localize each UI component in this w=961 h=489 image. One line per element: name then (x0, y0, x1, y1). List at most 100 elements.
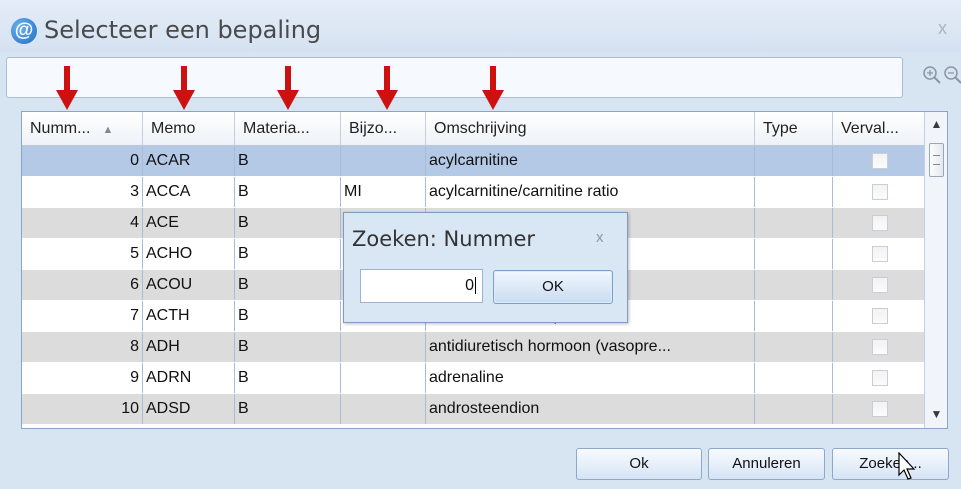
cell-type (755, 332, 833, 362)
dialog-title: Selecteer een bepaling (44, 16, 322, 44)
scroll-up-icon[interactable]: ▲ (925, 114, 947, 134)
cell-memo: ACHO (143, 239, 235, 269)
mouse-cursor-icon (898, 452, 916, 480)
vervallen-checkbox[interactable] (872, 370, 888, 386)
column-header-vervallen[interactable]: Verval... (833, 112, 924, 146)
cell-type (755, 301, 833, 331)
vervallen-checkbox[interactable] (872, 308, 888, 324)
cell-vervallen (833, 332, 924, 362)
cell-bijzonder: MI (341, 177, 426, 207)
cell-bijzonder (341, 146, 426, 176)
table-row[interactable]: 10 ADSD Bandrosteendion (22, 394, 924, 424)
ok-button[interactable]: Ok (576, 448, 702, 480)
cell-vervallen (833, 208, 924, 238)
cell-bijzonder (341, 394, 426, 424)
cell-vervallen (833, 394, 924, 424)
table-row[interactable]: 3 ACCA B MI acylcarnitine/carnitine ratio (22, 177, 924, 207)
vertical-scrollbar[interactable]: ▲ ▼ (924, 112, 947, 428)
vervallen-checkbox[interactable] (872, 401, 888, 417)
cell-vervallen (833, 146, 924, 176)
nummer-input-value: 0 (465, 277, 474, 294)
search-button[interactable]: Zoeken... (832, 448, 949, 480)
cell-type (755, 177, 833, 207)
cell-nummer: 7 (22, 301, 143, 331)
cell-vervallen (833, 270, 924, 300)
close-icon[interactable]: x (938, 18, 947, 39)
select-bepaling-dialog: @ Selecteer een bepaling x Numm... ▲ Memo… (0, 0, 961, 489)
cell-nummer: 8 (22, 332, 143, 362)
cell-materiaal: B (235, 270, 341, 300)
vervallen-checkbox[interactable] (872, 153, 888, 169)
cell-memo: ACE (143, 208, 235, 238)
column-header-memo[interactable]: Memo (143, 112, 235, 146)
column-header-bijzonder[interactable]: Bijzo... (341, 112, 426, 146)
column-header-materiaal[interactable]: Materia... (235, 112, 341, 146)
table-row[interactable]: 8 ADH Bantidiuretisch hormoon (vasopre... (22, 332, 924, 362)
cell-materiaal: B (235, 363, 341, 393)
cell-vervallen (833, 301, 924, 331)
column-header-type[interactable]: Type (755, 112, 833, 146)
cell-memo: ACTH (143, 301, 235, 331)
cell-omschrijving: antidiuretisch hormoon (vasopre... (426, 332, 755, 362)
cell-memo: ACOU (143, 270, 235, 300)
cell-type (755, 146, 833, 176)
cell-materiaal: B (235, 208, 341, 238)
cell-type (755, 239, 833, 269)
cell-type (755, 394, 833, 424)
nummer-search-input[interactable]: 0 (360, 269, 483, 303)
table-row[interactable]: 9 ADRN Badrenaline (22, 363, 924, 393)
cell-memo: ADSD (143, 394, 235, 424)
vervallen-checkbox[interactable] (872, 184, 888, 200)
cell-omschrijving: acylcarnitine (426, 146, 755, 176)
scroll-down-icon[interactable]: ▼ (925, 404, 947, 424)
cell-materiaal: B (235, 301, 341, 331)
cell-materiaal: B (235, 177, 341, 207)
cancel-button[interactable]: Annuleren (708, 448, 825, 480)
scroll-thumb[interactable] (929, 143, 944, 177)
cell-nummer: 3 (22, 177, 143, 207)
app-at-icon: @ (11, 18, 37, 44)
cell-nummer: 0 (22, 146, 143, 176)
vervallen-checkbox[interactable] (872, 339, 888, 355)
cell-bijzonder (341, 363, 426, 393)
red-arrow-icon (277, 66, 299, 110)
grid-header: Numm... ▲ Memo Materia... Bijzo... Omschr… (22, 112, 924, 146)
vervallen-checkbox[interactable] (872, 277, 888, 293)
cell-omschrijving: adrenaline (426, 363, 755, 393)
vervallen-checkbox[interactable] (872, 215, 888, 231)
cell-nummer: 5 (22, 239, 143, 269)
red-arrow-icon (376, 66, 398, 110)
cell-vervallen (833, 363, 924, 393)
popup-title: Zoeken: Nummer (352, 227, 536, 251)
column-header-omschrijving[interactable]: Omschrijving (426, 112, 755, 146)
cell-omschrijving: androsteendion (426, 394, 755, 424)
text-caret (475, 277, 476, 295)
cell-nummer: 6 (22, 270, 143, 300)
cell-vervallen (833, 177, 924, 207)
cell-type (755, 363, 833, 393)
cell-memo: ADH (143, 332, 235, 362)
popup-close-icon[interactable]: x (596, 229, 604, 246)
cell-memo: ADRN (143, 363, 235, 393)
column-header-label: Numm... (30, 120, 91, 137)
zoom-out-icon[interactable] (941, 64, 961, 88)
table-row[interactable]: 0 ACAR Bacylcarnitine (22, 146, 924, 176)
cell-materiaal: B (235, 146, 341, 176)
cell-vervallen (833, 239, 924, 269)
search-input[interactable] (6, 57, 903, 98)
cell-memo: ACAR (143, 146, 235, 176)
title-bar: @ Selecteer een bepaling x (0, 0, 961, 52)
cell-nummer: 10 (22, 394, 143, 424)
vervallen-checkbox[interactable] (872, 246, 888, 262)
cell-memo: ACCA (143, 177, 235, 207)
cell-materiaal: B (235, 239, 341, 269)
red-arrow-icon (482, 66, 504, 110)
red-arrow-icon (173, 66, 195, 110)
cell-materiaal: B (235, 332, 341, 362)
cell-type (755, 270, 833, 300)
cell-nummer: 9 (22, 363, 143, 393)
popup-ok-button[interactable]: OK (493, 270, 613, 304)
cell-materiaal: B (235, 394, 341, 424)
cell-nummer: 4 (22, 208, 143, 238)
column-header-nummer[interactable]: Numm... ▲ (22, 112, 143, 146)
